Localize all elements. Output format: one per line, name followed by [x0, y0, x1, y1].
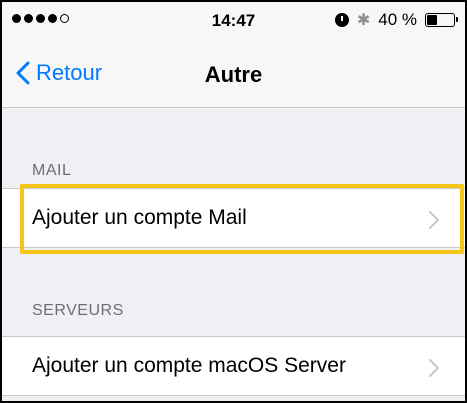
bluetooth-icon: ✱: [356, 12, 371, 29]
section-header-servers: SERVEURS: [32, 302, 124, 319]
status-right: ✱ 40 %: [334, 10, 458, 30]
status-bar: 14:47 ✱ 40 %: [2, 2, 465, 40]
chevron-right-icon: [429, 359, 439, 377]
battery-percent: 40 %: [378, 10, 417, 29]
add-macos-server-account-cell[interactable]: Ajouter un compte macOS Server: [2, 336, 465, 396]
phone-screen: 14:47 ✱ 40 % Retour Autre MAIL Ajouter u…: [0, 0, 467, 403]
add-mail-account-cell[interactable]: Ajouter un compte Mail: [2, 188, 465, 248]
section-header-mail: MAIL: [32, 162, 72, 179]
top-bar: 14:47 ✱ 40 % Retour Autre: [2, 2, 465, 108]
cell-label: Ajouter un compte macOS Server: [32, 354, 346, 377]
navigation-bar: Retour Autre: [2, 52, 465, 100]
chevron-right-icon: [429, 211, 439, 229]
battery-icon: [425, 13, 458, 27]
alarm-icon: [334, 13, 349, 27]
page-title: Autre: [204, 62, 263, 87]
cell-label: Ajouter un compte Mail: [32, 206, 247, 229]
